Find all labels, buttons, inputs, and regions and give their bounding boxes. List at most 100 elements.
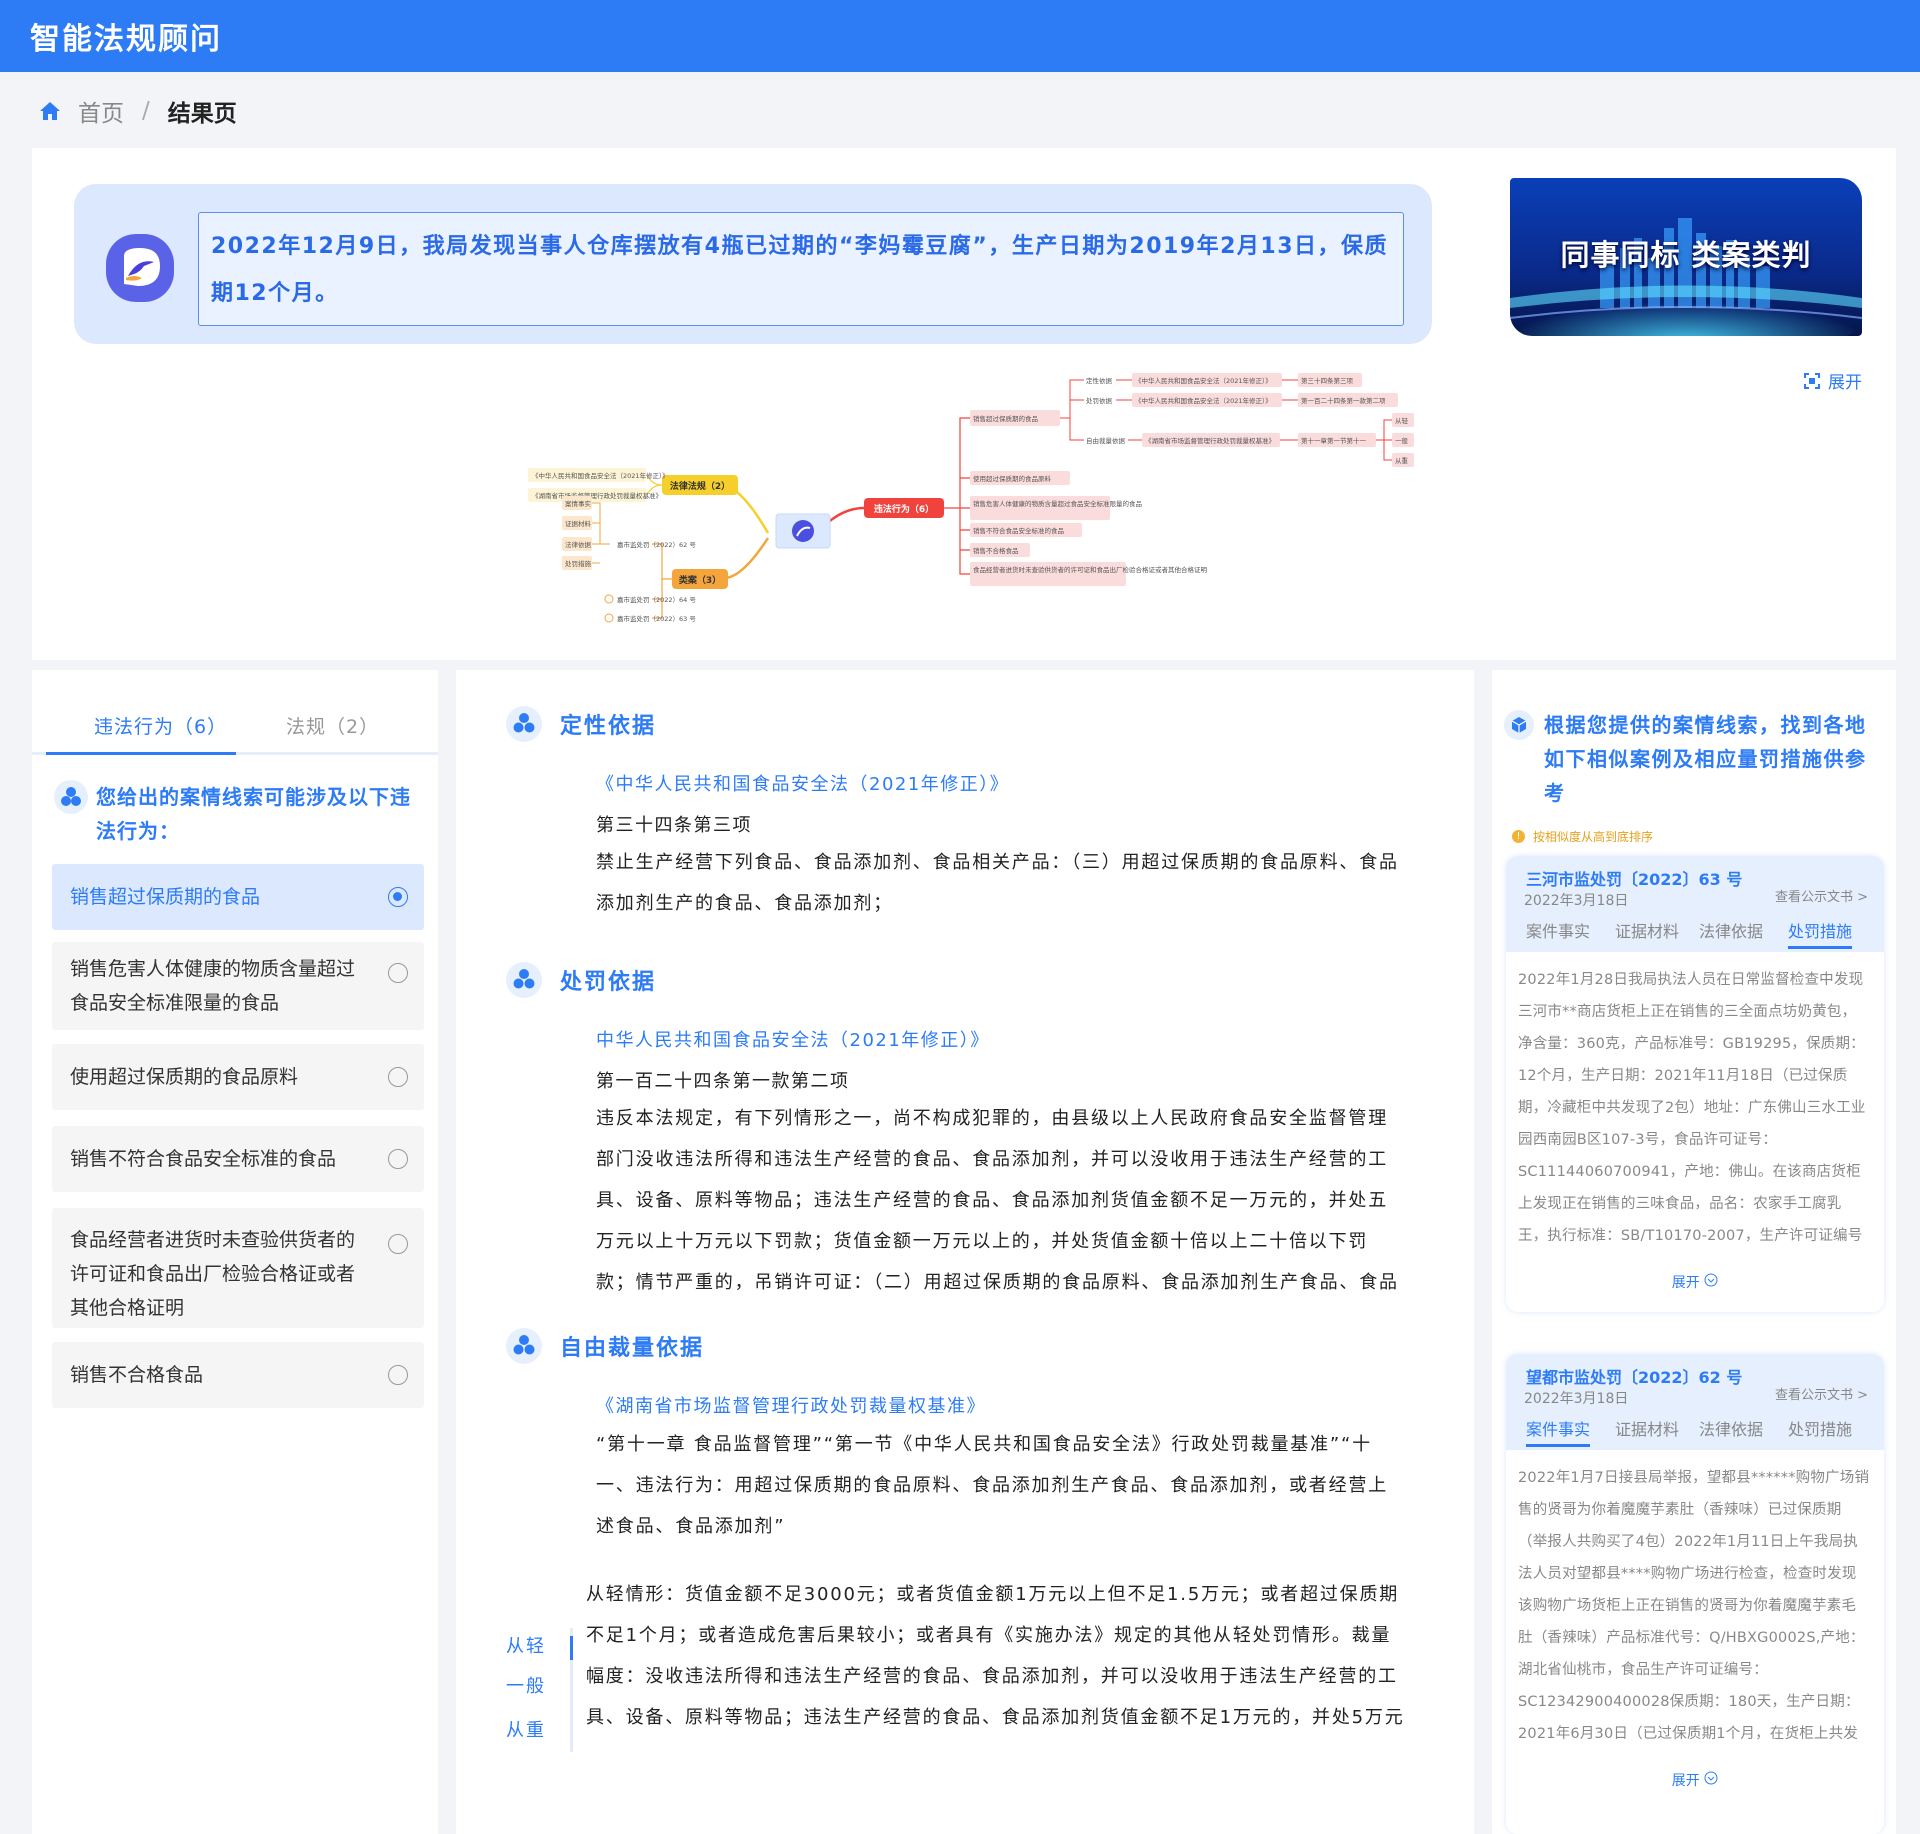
mindmap-cases-node-label: 类案（3） bbox=[679, 574, 721, 586]
case-title[interactable]: 三河市监处罚〔2022〕63 号 bbox=[1526, 866, 1742, 890]
mindmap-basis-law-label: 《湖南省市场监督管理行政处罚裁量权基准》 bbox=[1145, 436, 1275, 445]
mindmap-level-label: 从重 bbox=[1395, 457, 1409, 465]
law-link[interactable]: 《湖南省市场监督管理行政处罚裁量权基准》 bbox=[596, 1392, 986, 1418]
mindmap-case-item-label: 嘉市监处罚（2022）62 号 bbox=[617, 540, 696, 549]
case-title[interactable]: 望都市监处罚〔2022〕62 号 bbox=[1526, 1364, 1742, 1388]
case-tab-legal-basis[interactable]: 法律依据 bbox=[1699, 1416, 1763, 1440]
cube-icon bbox=[1504, 710, 1534, 740]
query-summary-card: 2022年12月9日，我局发现当事人仓库摆放有4瓶已过期的“李妈霉豆腐”，生产日… bbox=[32, 148, 1896, 660]
mindmap-violation-item-label: 销售危害人体健康的物质含量超过食品安全标准限量的食品 bbox=[973, 499, 1142, 508]
mindmap-basis-label: 定性依据 bbox=[1086, 376, 1113, 385]
level-heavy[interactable]: 从重 bbox=[506, 1716, 546, 1742]
section-title: 定性依据 bbox=[560, 714, 657, 739]
case-tab-facts[interactable]: 案件事实 bbox=[1526, 1416, 1591, 1447]
mindmap-expand-button[interactable]: 展开 bbox=[1804, 368, 1862, 393]
radio-unselected[interactable] bbox=[388, 1067, 408, 1087]
breadcrumb-current: 结果页 bbox=[167, 101, 237, 127]
view-document-link[interactable]: 查看公示文书 > bbox=[1775, 1384, 1868, 1403]
mindmap-law-item-label: 《中华人民共和国食品安全法（2021年修正）》 bbox=[532, 471, 669, 480]
expand-icon bbox=[1804, 372, 1820, 389]
level-light[interactable]: 从轻 bbox=[506, 1632, 546, 1658]
mindmap-level-label: 从轻 bbox=[1395, 416, 1409, 425]
view-document-link[interactable]: 查看公示文书 > bbox=[1775, 886, 1868, 905]
mindmap-laws-node-label: 法律法规（2） bbox=[670, 480, 730, 492]
violation-item[interactable]: 使用超过保质期的食品原料 bbox=[52, 1044, 424, 1110]
case-card: 望都市监处罚〔2022〕62 号 2022年3月18日 查看公示文书 > 案件事… bbox=[1506, 1354, 1884, 1834]
mindmap-violation-item-label: 食品经营者进货时未查验供货者的许可证和食品出厂检验合格证或者其他合格证明 bbox=[973, 565, 1208, 574]
radio-unselected[interactable] bbox=[388, 963, 408, 983]
case-tabs: 案件事实 证据材料 法律依据 处罚措施 bbox=[1526, 1416, 1866, 1447]
law-link[interactable]: 《中华人民共和国食品安全法（2021年修正）》 bbox=[596, 770, 1009, 796]
mindmap-basis-article-label: 第一百二十四条第一款第二项 bbox=[1301, 396, 1386, 405]
expand-label: 展开 bbox=[1828, 373, 1862, 393]
app-header: 智能法规顾问 bbox=[0, 0, 1920, 72]
mindmap-basis-article-label: 第十一章第一节第十一 bbox=[1301, 436, 1367, 445]
section-title: 自由裁量依据 bbox=[560, 1336, 705, 1361]
case-header: 三河市监处罚〔2022〕63 号 2022年3月18日 查看公示文书 > 案件事… bbox=[1506, 856, 1884, 952]
home-icon[interactable] bbox=[38, 99, 62, 123]
mindmap-case-sub-label: 证据材料 bbox=[565, 519, 592, 528]
case-expand-button[interactable]: 展开 bbox=[1506, 1770, 1884, 1790]
violation-item-label: 销售不符合食品安全标准的食品 bbox=[70, 1148, 337, 1170]
section-title: 处罚依据 bbox=[560, 970, 657, 995]
mindmap-law-item-label: 《湖南省市场监督管理行政处罚裁量权基准》 bbox=[532, 491, 662, 500]
mindmap-case-sub-label: 处罚措施 bbox=[565, 559, 592, 568]
case-expand-label: 展开 bbox=[1671, 1773, 1700, 1789]
law-text: 禁止生产经营下列食品、食品添加剂、食品相关产品：（三）用超过保质期的食品原料、食… bbox=[596, 852, 1399, 914]
case-tab-evidence[interactable]: 证据材料 bbox=[1615, 1416, 1679, 1440]
tab-underline bbox=[32, 752, 438, 755]
violation-item[interactable]: 销售超过保质期的食品 bbox=[52, 864, 424, 930]
breadcrumb-home-link[interactable]: 首页 bbox=[78, 94, 124, 128]
level-text: 从轻情形：货值金额不足3000元；或者货值金额1万元以上但不足1.5万元；或者超… bbox=[586, 1584, 1405, 1728]
level-normal[interactable]: 一般 bbox=[506, 1672, 546, 1698]
law-link[interactable]: 中华人民共和国食品安全法（2021年修正）》 bbox=[596, 1026, 990, 1052]
mindmap[interactable]: 法律法规（2） 《中华人民共和国食品安全法（2021年修正）》 《湖南省市场监督… bbox=[492, 358, 1442, 648]
advisor-logo-icon bbox=[106, 234, 174, 302]
similar-cases-panel: 根据您提供的案情线索，找到各地如下相似案例及相应量罚措施供参考 ! 按相似度从高… bbox=[1492, 670, 1896, 1834]
case-tab-evidence[interactable]: 证据材料 bbox=[1615, 918, 1679, 942]
violation-item-label: 食品经营者进货时未查验供货者的许可证和食品出厂检验合格证或者其他合格证明 bbox=[70, 1229, 356, 1319]
mindmap-basis-article-label: 第三十四条第三项 bbox=[1301, 376, 1354, 385]
radio-selected[interactable] bbox=[388, 887, 408, 907]
case-date: 2022年3月18日 bbox=[1524, 1391, 1629, 1407]
tab-regulations[interactable]: 法规（2） bbox=[286, 712, 379, 739]
banner-text: 同事同标 类案类判 bbox=[1560, 238, 1812, 272]
violation-item[interactable]: 销售不符合食品安全标准的食品 bbox=[52, 1126, 424, 1192]
chevron-down-icon bbox=[1704, 1273, 1718, 1287]
violation-item-label: 销售超过保质期的食品 bbox=[70, 886, 261, 908]
case-expand-button[interactable]: 展开 bbox=[1506, 1272, 1884, 1292]
query-text-box[interactable]: 2022年12月9日，我局发现当事人仓库摆放有4瓶已过期的“李妈霉豆腐”，生产日… bbox=[198, 212, 1404, 326]
mindmap-basis-label: 处罚依据 bbox=[1086, 396, 1113, 405]
violation-item[interactable]: 食品经营者进货时未查验供货者的许可证和食品出厂检验合格证或者其他合格证明 bbox=[52, 1208, 424, 1328]
case-tab-facts[interactable]: 案件事实 bbox=[1526, 918, 1590, 942]
promo-banner[interactable]: 同事同标 类案类判 bbox=[1510, 178, 1862, 336]
case-tab-penalty[interactable]: 处罚措施 bbox=[1788, 918, 1853, 949]
mindmap-violations-node-label: 违法行为（6） bbox=[874, 503, 934, 515]
chevron-down-icon bbox=[1704, 1771, 1718, 1785]
cluster-icon bbox=[506, 706, 542, 742]
violation-item[interactable]: 销售不合格食品 bbox=[52, 1342, 424, 1408]
app-title: 智能法规顾问 bbox=[30, 22, 222, 57]
radio-unselected[interactable] bbox=[388, 1365, 408, 1385]
radio-unselected[interactable] bbox=[388, 1234, 408, 1254]
radio-unselected[interactable] bbox=[388, 1149, 408, 1169]
cluster-icon bbox=[506, 1328, 542, 1364]
cluster-icon bbox=[54, 780, 88, 814]
law-article: 第三十四条第三项 bbox=[596, 815, 752, 836]
tab-violations[interactable]: 违法行为（6） bbox=[94, 712, 227, 739]
level-indicator bbox=[570, 1628, 573, 1752]
mindmap-case-item-label: 嘉市监处罚（2022）63 号 bbox=[617, 614, 696, 623]
sort-note: ! 按相似度从高到底排序 bbox=[1512, 828, 1653, 845]
case-tab-legal-basis[interactable]: 法律依据 bbox=[1699, 918, 1763, 942]
panel-tabs: 违法行为（6） 法规（2） bbox=[32, 690, 438, 760]
sort-note-text: 按相似度从高到底排序 bbox=[1533, 830, 1654, 844]
case-expand-label: 展开 bbox=[1671, 1275, 1700, 1291]
mindmap-violation-item-label: 销售不符合食品安全标准的食品 bbox=[973, 526, 1064, 535]
violation-item-label: 使用超过保质期的食品原料 bbox=[70, 1066, 299, 1088]
case-card: 三河市监处罚〔2022〕63 号 2022年3月18日 查看公示文书 > 案件事… bbox=[1506, 856, 1884, 1312]
query-box: 2022年12月9日，我局发现当事人仓库摆放有4瓶已过期的“李妈霉豆腐”，生产日… bbox=[74, 184, 1432, 344]
case-tab-penalty[interactable]: 处罚措施 bbox=[1788, 1416, 1852, 1440]
violation-item[interactable]: 销售危害人体健康的物质含量超过食品安全标准限量的食品 bbox=[52, 942, 424, 1030]
mindmap-basis-law-label: 《中华人民共和国食品安全法（2021年修正）》 bbox=[1135, 376, 1272, 385]
case-tabs: 案件事实 证据材料 法律依据 处罚措施 bbox=[1526, 918, 1866, 949]
